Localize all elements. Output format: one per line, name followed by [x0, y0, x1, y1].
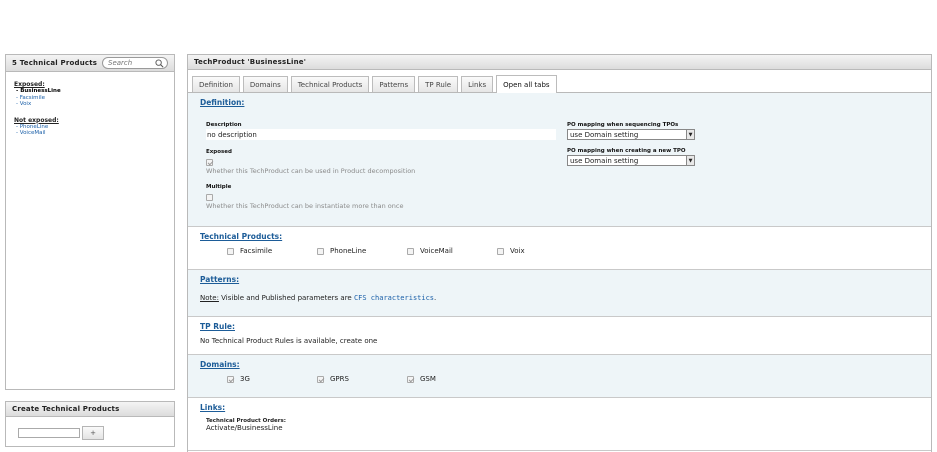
- create-row: +: [6, 417, 174, 449]
- tp-checkbox-facsimile[interactable]: [227, 247, 234, 255]
- product-count-title: 5 Technical Products: [12, 59, 98, 67]
- note-text: Visible and Published parameters are: [218, 294, 354, 302]
- definition-right-column: PO mapping when sequencing TPOs use Doma…: [567, 122, 695, 166]
- exposed-checkbox[interactable]: [206, 158, 213, 166]
- search-input[interactable]: [103, 58, 153, 68]
- domain-label-gprs: GPRS: [330, 375, 349, 383]
- technical-products-title[interactable]: Technical Products:: [200, 232, 919, 241]
- po-creating-value: use Domain setting: [570, 156, 639, 165]
- exposed-group-title: Exposed:: [14, 81, 45, 88]
- note-label: Note:: [200, 294, 219, 302]
- tab-tp-rule[interactable]: TP Rule: [418, 76, 459, 92]
- definition-title[interactable]: Definition:: [200, 98, 919, 107]
- tp-item-voix[interactable]: Voix: [497, 247, 587, 255]
- domain-item-gsm[interactable]: GSM: [407, 375, 497, 383]
- tp-rule-section: TP Rule: No Technical Product Rules is a…: [188, 317, 931, 355]
- tp-item-facsimile[interactable]: Facsimile: [227, 247, 317, 255]
- search-icon[interactable]: [155, 59, 164, 68]
- tp-checkbox-voix[interactable]: [497, 247, 504, 255]
- tp-label-phoneline: PhoneLine: [330, 247, 367, 255]
- tab-bar: Definition Domains Technical Products Pa…: [188, 73, 931, 93]
- new-product-name-input[interactable]: [18, 428, 80, 438]
- links-section: Links: Technical Product Orders: Activat…: [188, 398, 931, 451]
- domains-checkboxes: 3G GPRS GSM: [200, 375, 919, 383]
- domain-checkbox-gsm[interactable]: [407, 375, 414, 383]
- po-sequencing-label: PO mapping when sequencing TPOs: [567, 122, 679, 128]
- not-exposed-group-title: Not exposed:: [14, 116, 59, 124]
- domains-title[interactable]: Domains:: [200, 360, 919, 369]
- cfs-characteristics-link[interactable]: CFS characteristics: [354, 294, 434, 302]
- domains-section: Domains: 3G GPRS GSM: [188, 355, 931, 398]
- note-end: .: [434, 294, 437, 302]
- techproduct-detail-panel: TechProduct 'BusinessLine' Definition Do…: [187, 54, 932, 452]
- po-sequencing-select[interactable]: use Domain setting ▼: [567, 129, 695, 140]
- tab-patterns[interactable]: Patterns: [372, 76, 416, 92]
- technical-products-section: Technical Products: Facsimile PhoneLine …: [188, 227, 931, 270]
- list-item-voix[interactable]: - Voix: [14, 101, 166, 108]
- domain-checkbox-gprs[interactable]: [317, 375, 324, 383]
- links-title[interactable]: Links:: [200, 403, 919, 412]
- multiple-checkbox[interactable]: [206, 193, 213, 201]
- tp-label-voicemail: VoiceMail: [420, 247, 453, 255]
- definition-left-column: Description Exposed Whether this TechPro…: [206, 122, 556, 210]
- chevron-down-icon[interactable]: ▼: [686, 130, 694, 139]
- po-sequencing-value: use Domain setting: [570, 130, 639, 139]
- orders-value[interactable]: Activate/BusinessLine: [200, 424, 919, 432]
- create-panel-title: Create Technical Products: [6, 402, 174, 417]
- list-item-voicemail[interactable]: - VoiceMail: [14, 130, 166, 137]
- tab-links[interactable]: Links: [461, 76, 494, 92]
- tp-label-voix: Voix: [510, 247, 525, 255]
- description-field[interactable]: [206, 129, 556, 140]
- create-technical-products-panel: Create Technical Products +: [5, 401, 175, 447]
- patterns-note: Note: Visible and Published parameters a…: [200, 294, 919, 302]
- exposed-hint: Whether this TechProduct can be used in …: [206, 167, 416, 175]
- domain-item-gprs[interactable]: GPRS: [317, 375, 407, 383]
- multiple-label: Multiple: [206, 184, 232, 190]
- search-box[interactable]: [102, 57, 168, 69]
- domain-label-gsm: GSM: [420, 375, 436, 383]
- technical-products-checkboxes: Facsimile PhoneLine VoiceMail Voix: [200, 247, 919, 255]
- patterns-title[interactable]: Patterns:: [200, 275, 919, 284]
- patterns-section: Patterns: Note: Visible and Published pa…: [188, 270, 931, 317]
- product-list: Exposed: - BusinessLine - Facsimile - Vo…: [6, 72, 174, 144]
- list-panel-header: 5 Technical Products: [6, 55, 174, 72]
- exposed-label: Exposed: [206, 149, 232, 155]
- tp-checkbox-voicemail[interactable]: [407, 247, 414, 255]
- tab-technical-products[interactable]: Technical Products: [290, 76, 370, 92]
- description-label: Description: [206, 122, 242, 128]
- tp-label-facsimile: Facsimile: [240, 247, 273, 255]
- po-creating-select[interactable]: use Domain setting ▼: [567, 155, 695, 166]
- tp-checkbox-phoneline[interactable]: [317, 247, 324, 255]
- tab-domains[interactable]: Domains: [242, 76, 288, 92]
- tp-item-phoneline[interactable]: PhoneLine: [317, 247, 407, 255]
- tp-rule-title[interactable]: TP Rule:: [200, 322, 919, 331]
- tp-rule-text: No Technical Product Rules is available,…: [200, 337, 378, 345]
- technical-products-list-panel: 5 Technical Products Exposed: - Business…: [5, 54, 175, 390]
- detail-panel-title: TechProduct 'BusinessLine': [188, 55, 931, 70]
- tp-item-voicemail[interactable]: VoiceMail: [407, 247, 497, 255]
- domain-checkbox-3g[interactable]: [227, 375, 234, 383]
- tab-open-all[interactable]: Open all tabs: [496, 75, 557, 93]
- chevron-down-icon[interactable]: ▼: [686, 156, 694, 165]
- multiple-hint: Whether this TechProduct can be instanti…: [206, 202, 404, 210]
- domain-item-3g[interactable]: 3G: [227, 375, 317, 383]
- tab-definition[interactable]: Definition: [192, 76, 240, 92]
- po-creating-label: PO mapping when creating a new TPO: [567, 148, 686, 154]
- add-product-button[interactable]: +: [82, 426, 104, 440]
- domain-label-3g: 3G: [240, 375, 250, 383]
- definition-section: Definition: Description Exposed Whether …: [188, 93, 931, 227]
